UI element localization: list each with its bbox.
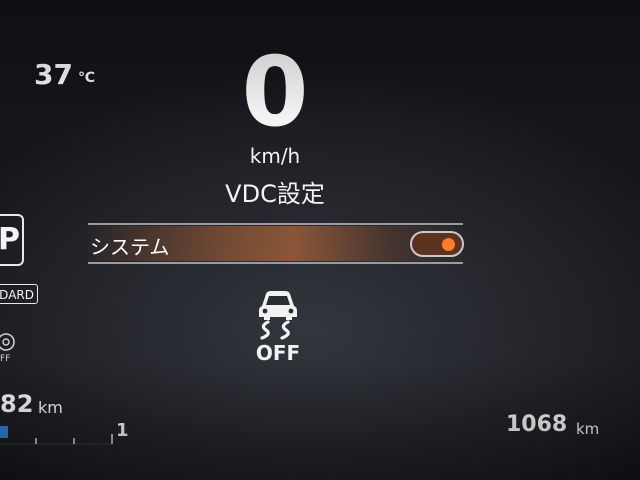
speed-value: 0 xyxy=(241,36,309,148)
range-unit: km xyxy=(38,398,63,417)
menu-item-system[interactable]: システム xyxy=(88,226,464,261)
instrument-cluster-display: 37 ℃ 0 km/h VDC設定 システム OFF P DARD FF 82 … xyxy=(0,0,640,480)
vdc-off-icon: OFF xyxy=(248,284,308,365)
odometer-value: 1068 xyxy=(506,412,568,437)
steering-off-label: FF xyxy=(0,354,11,364)
parking-indicator-label: P xyxy=(0,222,20,257)
temperature-unit: ℃ xyxy=(78,70,95,86)
parking-indicator: P xyxy=(0,214,24,266)
menu-divider-top xyxy=(88,223,463,225)
fuel-bar-scale xyxy=(0,434,113,445)
system-toggle[interactable] xyxy=(410,231,464,257)
range-value: 82 xyxy=(0,390,34,418)
board-indicator: DARD xyxy=(0,284,38,304)
vdc-off-label: OFF xyxy=(256,341,300,364)
odometer-unit: km xyxy=(576,420,600,438)
vdc-settings-title: VDC設定 xyxy=(225,180,325,208)
menu-divider-bottom xyxy=(88,262,463,264)
menu-item-system-label: システム xyxy=(90,235,170,259)
toggle-knob xyxy=(442,238,455,251)
fuel-bar-end-label: 1 xyxy=(116,420,129,441)
steering-off-icon xyxy=(0,330,18,370)
outside-temperature-value: 37 xyxy=(34,58,73,91)
speed-unit: km/h xyxy=(249,144,301,168)
